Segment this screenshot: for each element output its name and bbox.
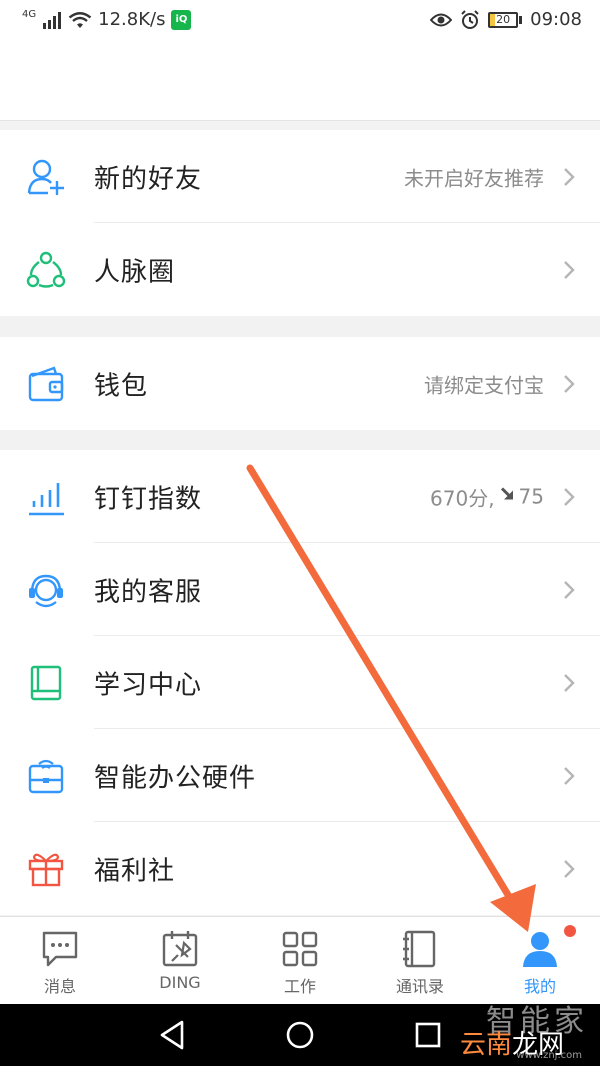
contacts-icon <box>403 930 436 968</box>
home-icon[interactable] <box>285 1020 315 1050</box>
chevron-right-icon <box>564 260 575 279</box>
chevron-right-icon <box>564 673 575 692</box>
eye-icon <box>430 13 453 27</box>
network-speed: 12.8K/s <box>98 9 166 30</box>
menu-item-dingtalk-index[interactable]: 钉钉指数 670分, 75 <box>0 450 600 543</box>
book-icon <box>30 665 62 700</box>
smart-hardware-icon <box>28 759 64 793</box>
menu-item-label: 学习中心 <box>94 670 203 700</box>
tab-label: 工作 <box>283 977 316 996</box>
index-delta: 75 <box>518 484 544 509</box>
watermark-brand-a: 云南 <box>459 1030 512 1060</box>
tab-ding[interactable]: DING <box>120 917 240 1005</box>
menu-item-learning-center[interactable]: 学习中心 <box>0 636 600 729</box>
tab-messages[interactable]: 消息 <box>0 917 120 1005</box>
battery-level: 20 <box>488 12 519 28</box>
profile-header <box>0 42 600 121</box>
chevron-right-icon <box>564 766 575 785</box>
chevron-right-icon <box>564 580 575 599</box>
chevron-right-icon <box>564 374 575 393</box>
friend-recommend-status: 未开启好友推荐 <box>404 166 544 190</box>
alipay-bind-status: 请绑定支付宝 <box>424 373 544 397</box>
wallet-icon <box>28 365 64 401</box>
wifi-icon <box>68 12 92 28</box>
group-services: 钉钉指数 670分, 75 我的客服 学习中心 智能办公硬件 福利社 <box>0 450 600 915</box>
tab-label: 消息 <box>43 977 76 996</box>
menu-item-smart-hardware[interactable]: 智能办公硬件 <box>0 729 600 822</box>
menu-item-wallet[interactable]: 钱包 请绑定支付宝 <box>0 337 600 430</box>
headset-icon <box>29 574 63 607</box>
chevron-right-icon <box>564 167 575 186</box>
add-friend-icon <box>27 159 64 195</box>
grid-icon <box>282 931 318 967</box>
tab-me[interactable]: 我的 <box>480 917 600 1005</box>
ding-icon <box>162 931 198 967</box>
menu-item-new-friends[interactable]: 新的好友 未开启好友推荐 <box>0 130 600 223</box>
menu-item-label: 福利社 <box>94 856 176 886</box>
network-circle-icon <box>26 251 66 288</box>
menu-item-label: 我的客服 <box>94 577 203 607</box>
bar-chart-icon <box>29 482 64 515</box>
tab-contacts[interactable]: 通讯录 <box>360 917 480 1005</box>
dingtalk-index-value: 670分, 75 <box>430 482 544 511</box>
tab-label: 通讯录 <box>395 977 444 996</box>
back-icon[interactable] <box>158 1020 186 1050</box>
bottom-tab-bar: 消息 DING 工作 通讯录 我的 <box>0 916 600 1005</box>
user-icon <box>523 932 557 967</box>
watermark-url: www.znj.com <box>516 1050 582 1061</box>
notification-dot <box>564 925 576 937</box>
iqiyi-icon: iQ <box>171 10 192 30</box>
menu-item-label: 智能办公硬件 <box>94 763 257 793</box>
menu-item-customer-service[interactable]: 我的客服 <box>0 543 600 636</box>
menu-item-welfare[interactable]: 福利社 <box>0 822 600 915</box>
signal-icon <box>43 12 62 29</box>
chevron-right-icon <box>564 859 575 878</box>
menu-item-label: 人脉圈 <box>94 257 176 287</box>
menu-item-label: 钉钉指数 <box>94 484 203 514</box>
recent-apps-icon[interactable] <box>414 1020 442 1050</box>
menu-item-network-circle[interactable]: 人脉圈 <box>0 223 600 316</box>
tab-label: 我的 <box>523 977 556 996</box>
battery-indicator: 20 <box>488 12 523 28</box>
network-type: 4G <box>22 9 37 20</box>
tab-label: DING <box>159 973 201 992</box>
alarm-icon <box>461 10 479 29</box>
status-bar: 4G 12.8K/s iQ 20 09:08 <box>0 0 600 42</box>
index-score: 670分, <box>430 486 495 510</box>
menu-item-label: 新的好友 <box>94 164 203 194</box>
chevron-right-icon <box>564 487 575 506</box>
gift-icon <box>28 853 64 886</box>
app-screen: 4G 12.8K/s iQ 20 09:08 新的好友 未开启好友推荐 人脉圈 … <box>0 0 600 1066</box>
message-icon <box>42 931 78 967</box>
trend-down-icon <box>500 487 513 500</box>
tab-work[interactable]: 工作 <box>240 917 360 1005</box>
menu-item-label: 钱包 <box>94 371 149 401</box>
group-friends: 新的好友 未开启好友推荐 人脉圈 <box>0 130 600 316</box>
clock-time: 09:08 <box>530 9 582 30</box>
group-wallet: 钱包 请绑定支付宝 <box>0 337 600 430</box>
